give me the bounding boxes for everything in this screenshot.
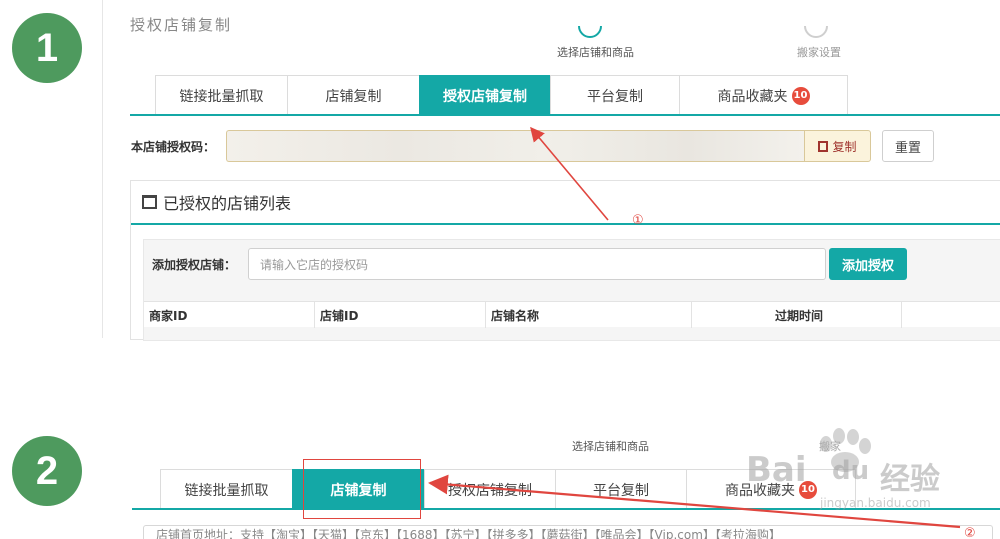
arrow-1: [530, 126, 609, 221]
annotation-2: ②: [964, 526, 976, 539]
arrow-2: [428, 474, 961, 529]
annotation-arrows: ① ②: [428, 126, 976, 539]
annotation-1: ①: [632, 213, 644, 228]
